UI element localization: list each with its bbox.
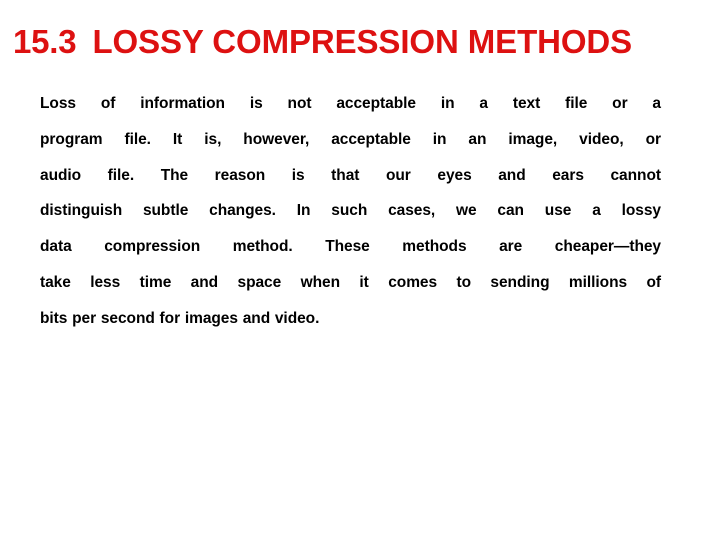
body-text-block: Loss of information is not acceptable in… <box>40 86 661 337</box>
body-line: bits per second for images and video. <box>40 309 320 327</box>
body-line: distinguish subtle changes. In such case… <box>40 202 661 220</box>
body-line: program file. It is, however, acceptable… <box>40 130 661 148</box>
title-section-number: 15.3 <box>13 23 77 60</box>
body-line: data compression method. These methods a… <box>40 238 661 256</box>
body-line: audio file. The reason is that our eyes … <box>40 166 661 184</box>
body-line: take less time and space when it comes t… <box>40 273 661 291</box>
page-title: 15.3 LOSSY COMPRESSION METHODS <box>13 21 713 65</box>
body-paragraph: Loss of information is not acceptable in… <box>40 86 661 337</box>
title-heading-text: LOSSY COMPRESSION METHODS <box>92 23 633 60</box>
slide-canvas: 15.3 LOSSY COMPRESSION METHODS Loss of in… <box>0 0 720 540</box>
body-line: Loss of information is not acceptable in… <box>40 95 661 112</box>
